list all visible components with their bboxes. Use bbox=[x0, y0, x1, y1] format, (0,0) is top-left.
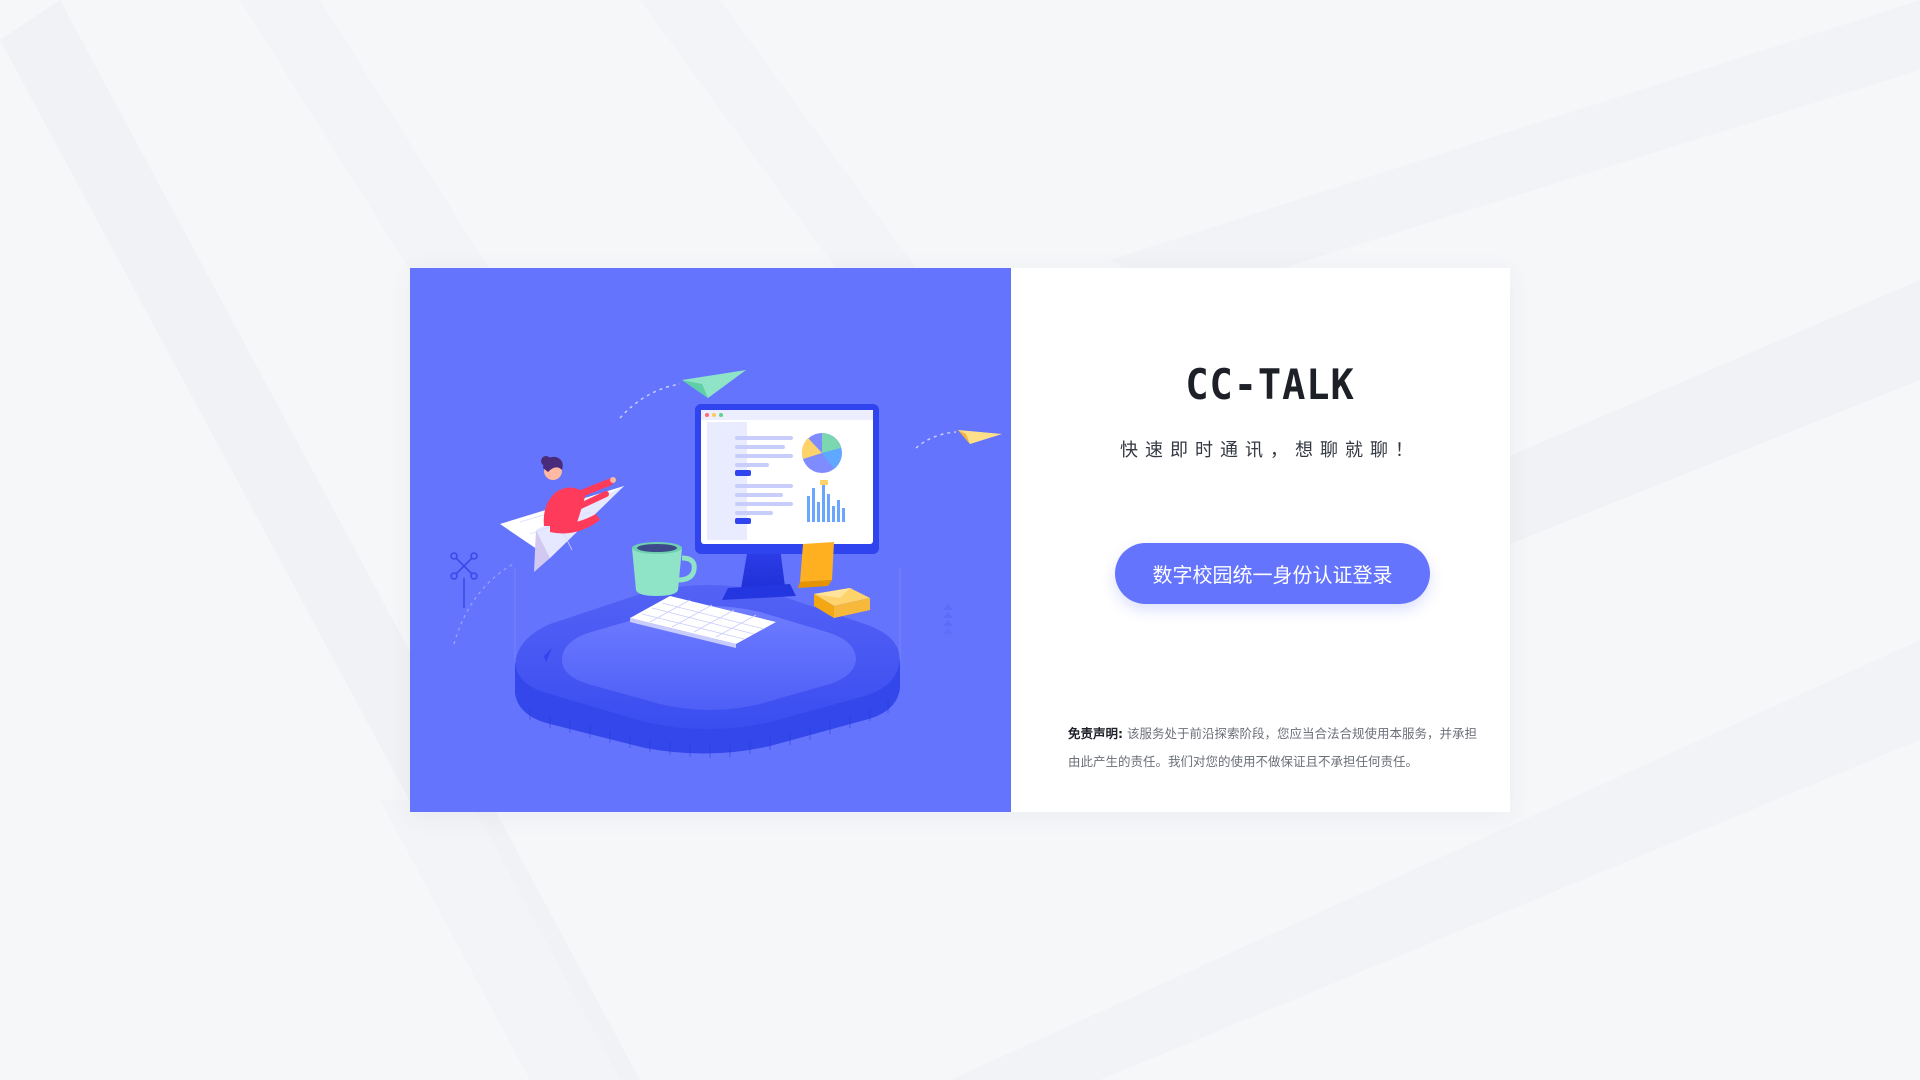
drone-icon bbox=[450, 552, 478, 608]
disclaimer: 免责声明: 该服务处于前沿探索阶段，您应当合法合规使用本服务，并承担由此产生的责… bbox=[1068, 720, 1478, 776]
disclaimer-text: 该服务处于前沿探索阶段，您应当合法合规使用本服务，并承担由此产生的责任。我们对您… bbox=[1068, 726, 1477, 769]
login-card: CC-TALK 快速即时通讯，想聊就聊！ 数字校园统一身份认证登录 免责声明: … bbox=[410, 268, 1510, 812]
hero-illustration bbox=[450, 370, 1002, 758]
person-on-paper-plane-icon bbox=[500, 456, 624, 572]
pie-chart-icon bbox=[801, 433, 842, 473]
disclaimer-label: 免责声明: bbox=[1068, 726, 1123, 741]
app-title: CC-TALK bbox=[1185, 360, 1355, 409]
arrows-decoration bbox=[943, 604, 953, 634]
login-form-panel: CC-TALK 快速即时通讯，想聊就聊！ 数字校园统一身份认证登录 免责声明: … bbox=[1011, 268, 1510, 812]
bg-stripe bbox=[380, 800, 620, 1080]
monitor-icon bbox=[695, 404, 879, 600]
bg-stripe bbox=[1110, 0, 1920, 300]
sticky-note-icon bbox=[798, 542, 834, 588]
sso-login-button[interactable]: 数字校园统一身份认证登录 bbox=[1115, 543, 1430, 604]
paper-plane-icon bbox=[915, 430, 1002, 449]
hero-panel bbox=[410, 268, 1011, 812]
app-slogan: 快速即时通讯，想聊就聊！ bbox=[1120, 440, 1420, 461]
